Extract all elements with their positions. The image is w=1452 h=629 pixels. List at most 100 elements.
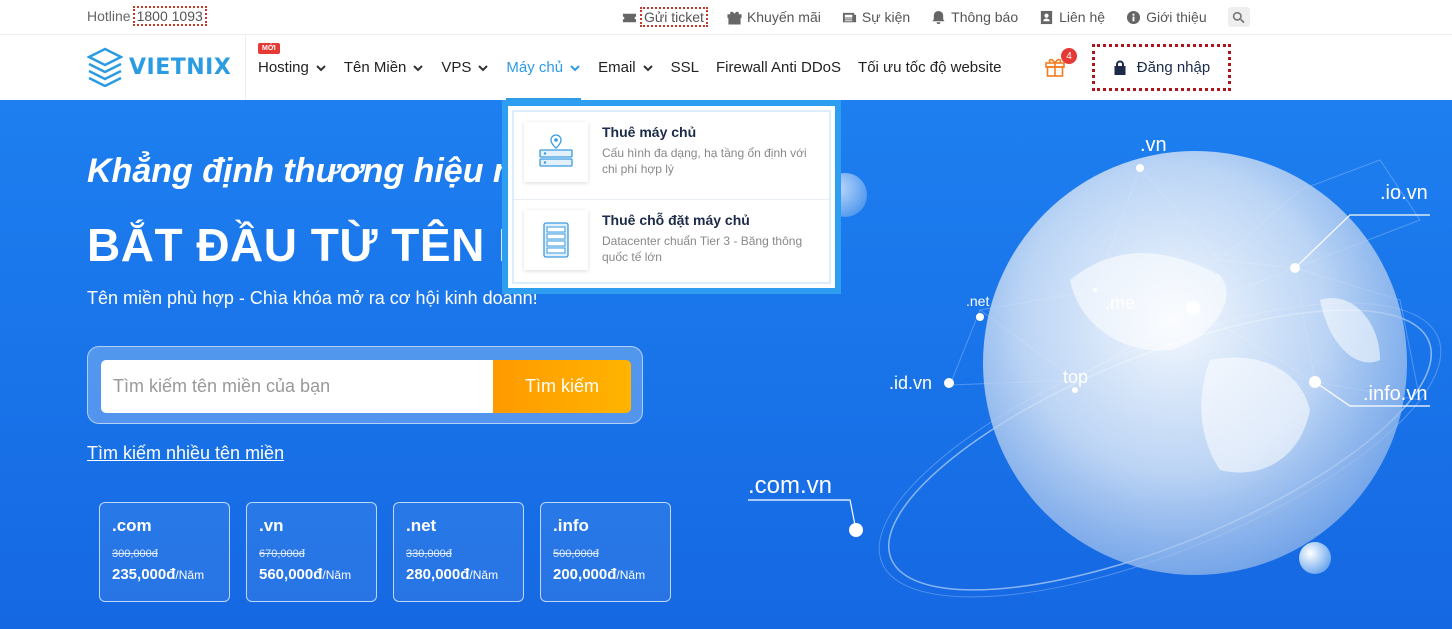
nav-label: Firewall Anti DDoS: [715, 59, 842, 76]
tld-card-vn[interactable]: .vn 670,000đ 560,000đ/Năm: [246, 502, 377, 602]
tld-old-price: 500,000đ: [553, 548, 599, 560]
nav-hosting[interactable]: MỚI Hosting: [258, 35, 327, 100]
chevron-down-icon: [316, 64, 326, 71]
tld-name: .net: [406, 516, 437, 535]
nav-label: SSL: [670, 59, 699, 76]
dropdown-item-server-rental[interactable]: Thuê máy chủ Cấu hình đa dạng, hạ tầng ổ…: [514, 112, 829, 199]
nav-label: VPS: [441, 59, 472, 76]
hotline-label: Hotline: [87, 8, 131, 24]
server-rack-icon: [524, 210, 588, 270]
chevron-down-icon: [642, 64, 653, 71]
chevron-down-icon: [478, 64, 489, 71]
top-search-button[interactable]: [1227, 7, 1250, 27]
nav-domains[interactable]: Tên Miền: [344, 35, 425, 100]
main-menu: MỚI Hosting Tên Miền VPS Máy chủ Email S…: [258, 35, 1018, 100]
login-label: Đăng nhập: [1136, 59, 1211, 76]
globe-label: .io.vn: [1380, 182, 1428, 204]
domain-search-button[interactable]: Tìm kiếm: [493, 360, 631, 413]
nav-firewall[interactable]: Firewall Anti DDoS: [716, 35, 841, 100]
tld-price: 200,000đ/Năm: [553, 566, 658, 583]
newspaper-icon: [842, 12, 856, 22]
toplink-contact[interactable]: Liên hệ: [1039, 9, 1105, 25]
nav-label: Tên Miền: [343, 59, 407, 76]
dropdown-item-text: Thuê chỗ đặt máy chủ Datacenter chuẩn Ti…: [602, 210, 819, 276]
bell-icon: [932, 10, 945, 24]
hotline: Hotline 1800 1093: [87, 6, 207, 26]
toplink-label: Liên hệ: [1059, 9, 1106, 25]
tld-price: 280,000đ/Năm: [406, 566, 511, 583]
gift-icon: [727, 11, 742, 25]
tld-card-net[interactable]: .net 330,000đ 280,000đ/Năm: [393, 502, 524, 602]
dropdown-item-desc: Cấu hình đa dạng, hạ tầng ổn định với ch…: [602, 146, 807, 176]
dropdown-item-colocation[interactable]: Thuê chỗ đặt máy chủ Datacenter chuẩn Ti…: [514, 199, 829, 286]
tld-price-unit: /Năm: [616, 568, 646, 582]
globe-label: .vn: [1140, 134, 1167, 156]
hero-subtitle: Tên miền phù hợp - Chìa khóa mở ra cơ hộ…: [87, 288, 538, 308]
toplink-events[interactable]: Sự kiện: [842, 9, 910, 25]
chevron-down-icon: [413, 64, 424, 71]
toplink-label: Sự kiện: [861, 9, 911, 25]
dropdown-panel: Thuê máy chủ Cấu hình đa dạng, hạ tầng ổ…: [512, 110, 831, 284]
nav-divider: [245, 35, 246, 100]
globe-label: .id.vn: [889, 373, 933, 393]
globe-label: .com.vn: [748, 472, 833, 499]
tld-price-value: 235,000đ: [112, 566, 176, 583]
contact-card-icon: [1041, 10, 1053, 24]
tld-old-price: 670,000đ: [259, 548, 305, 560]
nav-email[interactable]: Email: [598, 35, 654, 100]
hero-tagline: Khẳng định thương hiệu m: [87, 152, 524, 190]
tld-card-info[interactable]: .info 500,000đ 200,000đ/Năm: [540, 502, 671, 602]
tld-price-unit: /Năm: [322, 568, 352, 582]
toplink-about[interactable]: Giới thiệu: [1126, 9, 1207, 25]
nav-speed-optimization[interactable]: Tối ưu tốc độ website: [858, 35, 1001, 100]
tld-card-com[interactable]: .com 300,000đ 235,000đ/Năm: [99, 502, 230, 602]
tld-old-price: 330,000đ: [406, 548, 452, 560]
globe-label: .info.vn: [1363, 383, 1428, 405]
nav-servers[interactable]: Máy chủ: [506, 35, 581, 100]
tld-price-unit: /Năm: [175, 568, 205, 582]
domain-search-input[interactable]: [101, 360, 493, 413]
toplink-label: Thông báo: [951, 9, 1019, 25]
toplink-notifications[interactable]: Thông báo: [931, 9, 1018, 25]
info-icon: [1127, 10, 1141, 24]
globe-label: .me: [1105, 293, 1136, 313]
server-location-icon: [524, 122, 588, 182]
nav-label: Hosting: [258, 59, 309, 76]
nav-ssl[interactable]: SSL: [671, 35, 699, 100]
nav-vps[interactable]: VPS: [441, 35, 489, 100]
globe-label: top: [1063, 367, 1089, 387]
hotline-number[interactable]: 1800 1093: [132, 6, 207, 26]
chevron-down-icon: [570, 64, 580, 71]
dropdown-item-title: Thuê chỗ đặt máy chủ: [602, 212, 750, 228]
nav-label: Tối ưu tốc độ website: [858, 59, 1002, 76]
tld-name: .info: [553, 516, 589, 535]
nav-label: Email: [598, 59, 636, 76]
tld-price-value: 280,000đ: [406, 566, 470, 583]
login-button[interactable]: Đăng nhập: [1092, 44, 1231, 91]
top-links: Gửi ticket Khuyến mãi Sự kiện Thông báo …: [622, 7, 1250, 27]
dropdown-item-title: Thuê máy chủ: [602, 124, 697, 140]
logo[interactable]: VIETNIX: [87, 47, 231, 87]
gift-count-badge: 4: [1061, 48, 1077, 64]
toplink-send-ticket[interactable]: Gửi ticket: [622, 7, 708, 27]
servers-dropdown-menu: Thuê máy chủ Cấu hình đa dạng, hạ tầng ổ…: [502, 100, 841, 294]
main-navbar: VIETNIX MỚI Hosting Tên Miền VPS Máy chủ…: [0, 35, 1452, 100]
toplink-label: Gửi ticket: [640, 7, 708, 27]
tld-price-list: .com 300,000đ 235,000đ/Năm .vn 670,000đ …: [99, 502, 671, 602]
tld-price-value: 200,000đ: [553, 566, 617, 583]
top-bar: Hotline 1800 1093 Gửi ticket Khuyến mãi …: [0, 0, 1452, 35]
tld-name: .vn: [259, 516, 284, 535]
nav-label: Máy chủ: [506, 59, 564, 76]
dropdown-item-desc: Datacenter chuẩn Tier 3 - Băng thông quố…: [602, 234, 803, 264]
hero-title: BẮT ĐẦU TỪ TÊN MI: [87, 219, 551, 271]
toplink-promotions[interactable]: Khuyến mãi: [727, 9, 821, 25]
new-badge: MỚI: [258, 43, 280, 54]
ticket-icon: [622, 13, 637, 22]
globe-label: .net: [966, 293, 990, 309]
domain-search-box: Tìm kiếm: [87, 346, 643, 424]
multi-domain-search-link[interactable]: Tìm kiếm nhiều tên miền: [87, 443, 284, 464]
logo-cube-icon: [87, 47, 123, 87]
tld-price-value: 560,000đ: [259, 566, 323, 583]
tld-price: 560,000đ/Năm: [259, 566, 364, 583]
toplink-label: Giới thiệu: [1146, 9, 1207, 25]
